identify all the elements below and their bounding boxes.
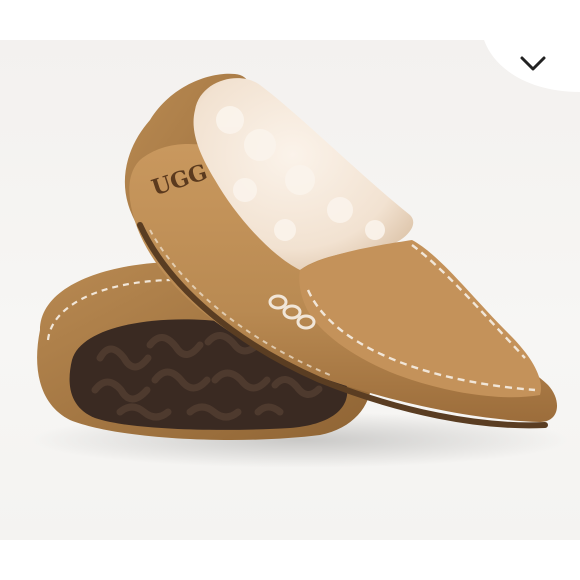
slippers-illustration: UGG bbox=[30, 73, 570, 468]
product-photo: UGG bbox=[0, 40, 580, 540]
image-viewer: UGG bbox=[0, 0, 580, 580]
collapse-button[interactable] bbox=[470, 0, 580, 92]
